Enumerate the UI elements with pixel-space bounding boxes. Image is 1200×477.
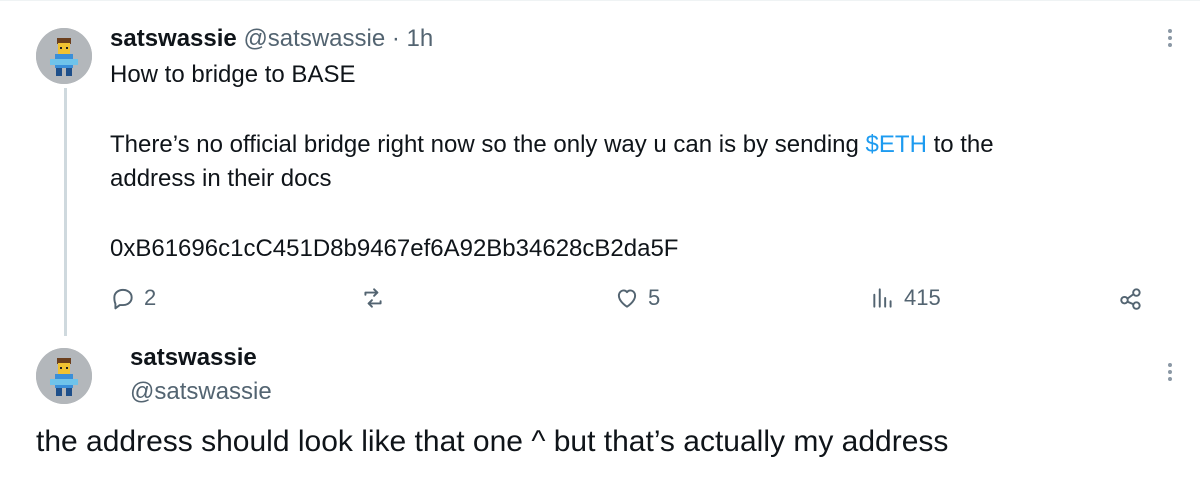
top-divider: [0, 0, 1200, 1]
views-count: 415: [904, 285, 941, 310]
more-icon[interactable]: [1160, 26, 1180, 50]
reply-avatar[interactable]: [36, 348, 92, 404]
thread-line: [64, 88, 67, 336]
repost-button[interactable]: [360, 283, 394, 313]
views-button[interactable]: 415: [870, 283, 941, 313]
repost-icon: [360, 285, 386, 311]
reply-count: 2: [144, 285, 157, 310]
like-button[interactable]: 5: [614, 283, 660, 313]
timestamp[interactable]: 1h: [407, 25, 434, 52]
reply-text: the address should look like that one ^ …: [36, 425, 949, 458]
like-count: 5: [648, 285, 661, 310]
reply-author-handle[interactable]: @satswassie: [130, 377, 272, 407]
author-name[interactable]: satswassie: [110, 25, 237, 52]
avatar[interactable]: [36, 28, 92, 84]
tweet-address: 0xB61696c1cC451D8b9467ef6A92Bb34628cB2da…: [110, 235, 679, 262]
separator: ·: [391, 25, 400, 52]
tweet-line-3: address in their docs: [110, 165, 332, 192]
tweet-line-1: How to bridge to BASE: [110, 61, 356, 88]
share-button[interactable]: [1118, 283, 1144, 313]
like-icon: [614, 285, 640, 311]
views-icon: [870, 285, 896, 311]
tweet-text-before-cashtag: There’s no official bridge right now so …: [110, 131, 866, 158]
share-icon: [1118, 285, 1144, 311]
tweet-text-after-cashtag: to the: [926, 131, 994, 158]
reply-icon: [110, 285, 136, 311]
cashtag-link[interactable]: $ETH: [866, 131, 927, 158]
reply-author-name[interactable]: satswassie: [130, 343, 257, 373]
tweet-header: satswassie @satswassie · 1h: [110, 24, 433, 54]
reply-button[interactable]: 2: [110, 283, 156, 313]
author-handle[interactable]: @satswassie: [243, 25, 385, 52]
tweet-line-2: There’s no official bridge right now so …: [110, 128, 994, 162]
reply-more-icon[interactable]: [1160, 360, 1180, 384]
